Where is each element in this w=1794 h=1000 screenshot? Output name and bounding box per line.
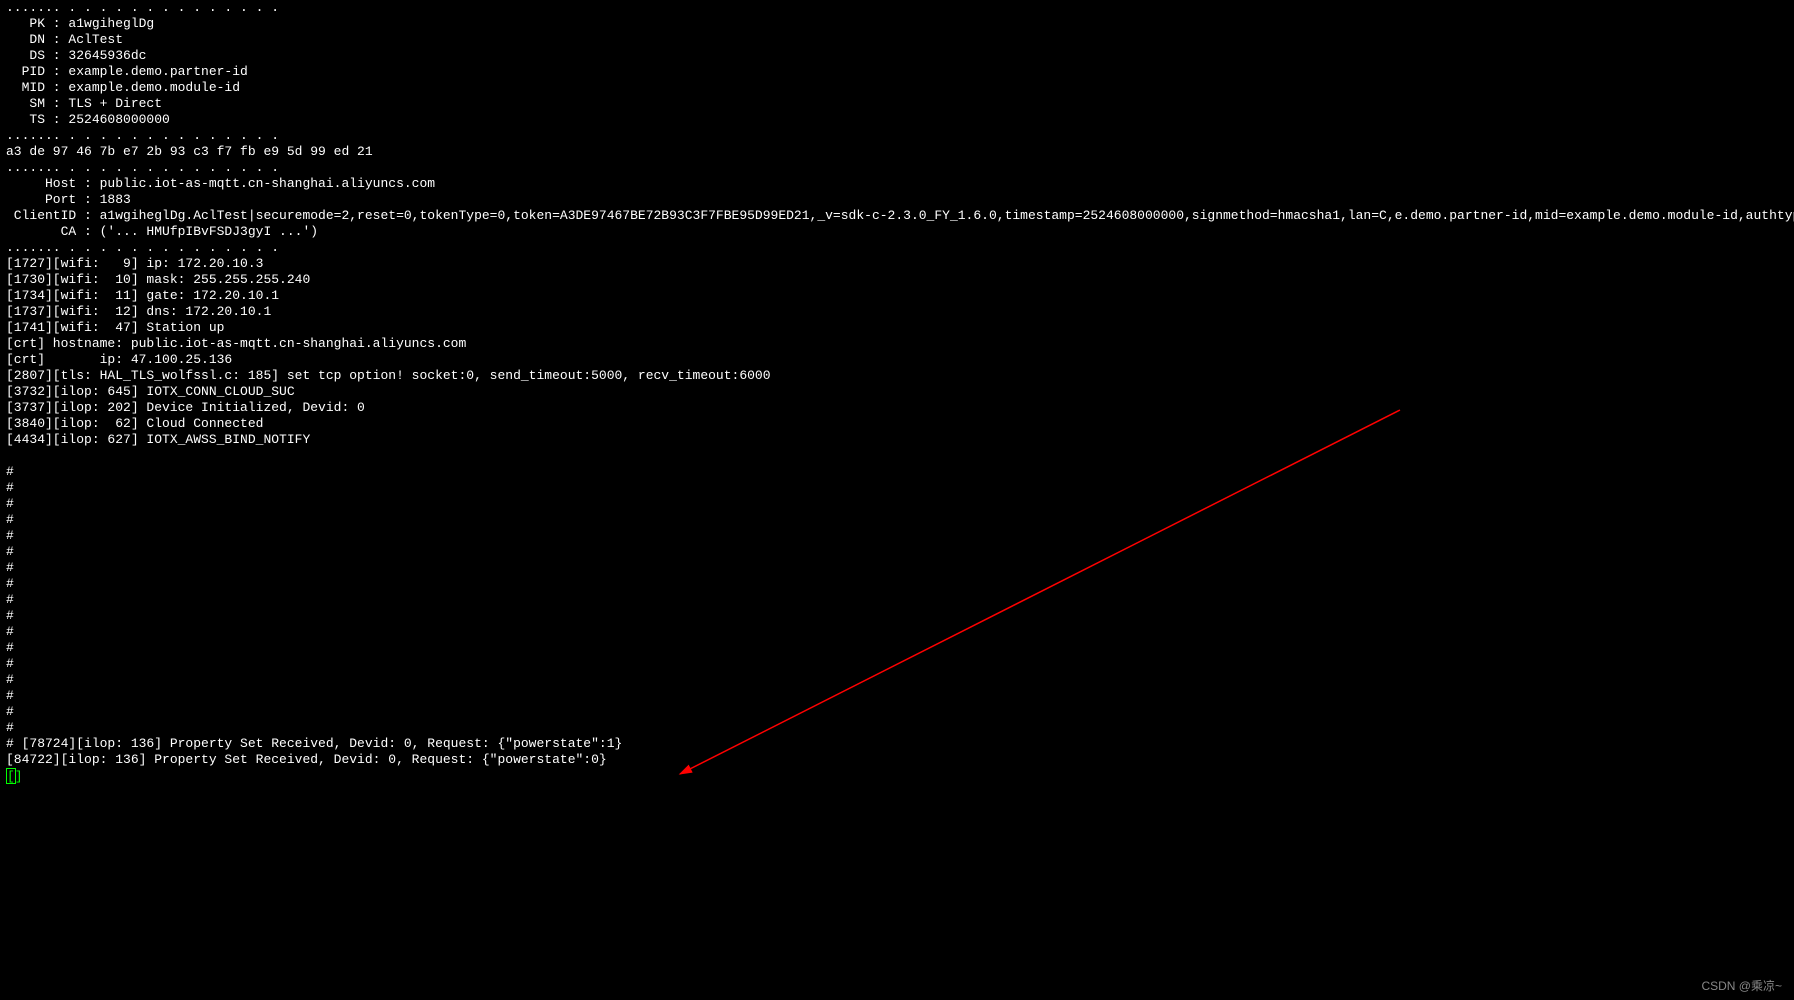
terminal-line: # (6, 480, 1788, 496)
terminal-line: ClientID : a1wgiheglDg.AclTest|securemod… (6, 208, 1788, 224)
terminal-line: # (6, 576, 1788, 592)
terminal-line: TS : 2524608000000 (6, 112, 1788, 128)
terminal-line: # (6, 496, 1788, 512)
terminal-line: # (6, 560, 1788, 576)
terminal-line: PK : a1wgiheglDg (6, 16, 1788, 32)
terminal-line: [1730][wifi: 10] mask: 255.255.255.240 (6, 272, 1788, 288)
terminal-line: DS : 32645936dc (6, 48, 1788, 64)
terminal-line: DN : AclTest (6, 32, 1788, 48)
terminal-prompt[interactable]: [] (6, 768, 1788, 785)
terminal-line: # (6, 720, 1788, 736)
terminal-line: # (6, 656, 1788, 672)
terminal-line: SM : TLS + Direct (6, 96, 1788, 112)
terminal-line: # (6, 640, 1788, 656)
watermark-text: CSDN @乘凉~ (1701, 978, 1782, 994)
terminal-line: # (6, 512, 1788, 528)
terminal-line: [4434][ilop: 627] IOTX_AWSS_BIND_NOTIFY (6, 432, 1788, 448)
terminal-line: # (6, 528, 1788, 544)
terminal-line: Port : 1883 (6, 192, 1788, 208)
terminal-line: [3737][ilop: 202] Device Initialized, De… (6, 400, 1788, 416)
terminal-line: [crt] hostname: public.iot-as-mqtt.cn-sh… (6, 336, 1788, 352)
terminal-line: a3 de 97 46 7b e7 2b 93 c3 f7 fb e9 5d 9… (6, 144, 1788, 160)
terminal-line: # [78724][ilop: 136] Property Set Receiv… (6, 736, 1788, 752)
terminal-line: ....... . . . . . . . . . . . . . . (6, 160, 1788, 176)
terminal-line: [3840][ilop: 62] Cloud Connected (6, 416, 1788, 432)
terminal-line: # (6, 464, 1788, 480)
terminal-line: # (6, 672, 1788, 688)
terminal-line (6, 448, 1788, 464)
terminal-line: # (6, 608, 1788, 624)
terminal-line: ....... . . . . . . . . . . . . . . (6, 240, 1788, 256)
terminal-line: ....... . . . . . . . . . . . . . . (6, 128, 1788, 144)
terminal-output[interactable]: ....... . . . . . . . . . . . . . . PK :… (0, 0, 1794, 785)
terminal-line: MID : example.demo.module-id (6, 80, 1788, 96)
terminal-line: [84722][ilop: 136] Property Set Received… (6, 752, 1788, 768)
terminal-line: # (6, 688, 1788, 704)
terminal-line: [1737][wifi: 12] dns: 172.20.10.1 (6, 304, 1788, 320)
terminal-line: PID : example.demo.partner-id (6, 64, 1788, 80)
terminal-line: CA : ('... HMUfpIBvFSDJ3gyI ...') (6, 224, 1788, 240)
terminal-line: # (6, 544, 1788, 560)
terminal-line: Host : public.iot-as-mqtt.cn-shanghai.al… (6, 176, 1788, 192)
terminal-line: # (6, 624, 1788, 640)
terminal-line: [3732][ilop: 645] IOTX_CONN_CLOUD_SUC (6, 384, 1788, 400)
terminal-line: ....... . . . . . . . . . . . . . . (6, 0, 1788, 16)
cursor: [] (6, 768, 16, 784)
terminal-line: [2807][tls: HAL_TLS_wolfssl.c: 185] set … (6, 368, 1788, 384)
terminal-line: [1734][wifi: 11] gate: 172.20.10.1 (6, 288, 1788, 304)
terminal-line: [1727][wifi: 9] ip: 172.20.10.3 (6, 256, 1788, 272)
terminal-line: [1741][wifi: 47] Station up (6, 320, 1788, 336)
terminal-line: # (6, 592, 1788, 608)
terminal-line: # (6, 704, 1788, 720)
terminal-line: [crt] ip: 47.100.25.136 (6, 352, 1788, 368)
